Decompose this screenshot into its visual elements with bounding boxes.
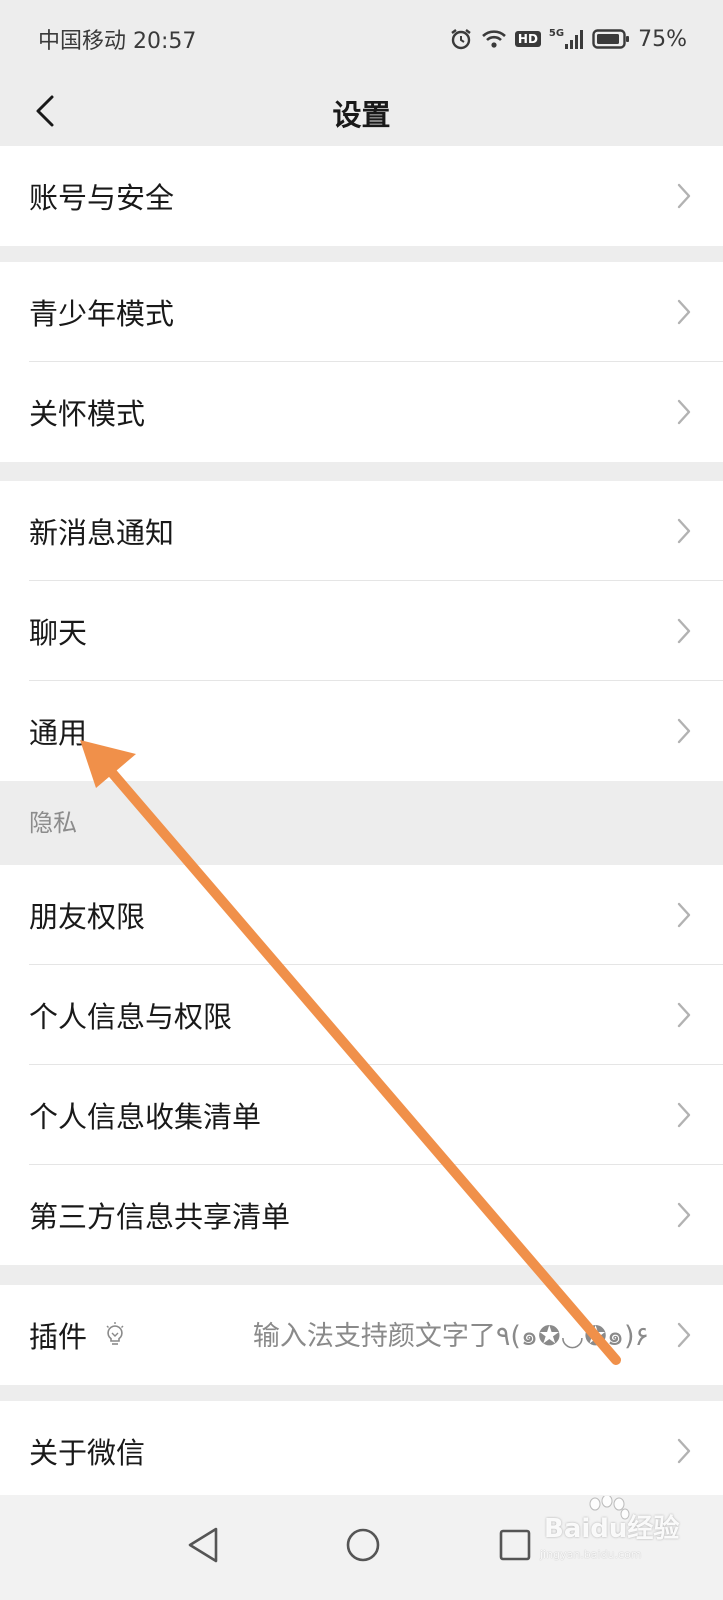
- chevron-right-icon: [677, 299, 691, 329]
- settings-group-account: 账号与安全: [0, 146, 723, 246]
- section-header-privacy: 隐私: [29, 809, 77, 837]
- settings-item-account-security[interactable]: 账号与安全: [0, 146, 723, 246]
- chevron-right-icon: [677, 1202, 691, 1232]
- nav-bar: 设置: [0, 78, 723, 148]
- settings-item-notifications[interactable]: 新消息通知: [0, 481, 723, 581]
- item-label: 聊天: [29, 616, 88, 650]
- chevron-right-icon: [677, 399, 691, 429]
- settings-item-general[interactable]: 通用: [0, 681, 723, 781]
- settings-item-personal-info-permissions[interactable]: 个人信息与权限: [0, 965, 723, 1065]
- 5g-signal-icon: 5G: [549, 28, 584, 50]
- item-label: 个人信息与权限: [29, 1000, 233, 1034]
- chevron-right-icon: [677, 902, 691, 932]
- settings-item-info-collection-list[interactable]: 个人信息收集清单: [0, 1065, 723, 1165]
- settings-group-plugins: 插件 输入法支持颜文字了٩(๑✪◡✪๑)۶: [0, 1285, 723, 1385]
- watermark-text: Baidu经验: [544, 1514, 680, 1544]
- status-icons: HD 5G 75%: [449, 27, 687, 52]
- settings-item-third-party-sharing-list[interactable]: 第三方信息共享清单: [0, 1165, 723, 1265]
- watermark-subtext: jingyan.baidu.com: [540, 1548, 642, 1561]
- hd-icon: HD: [514, 31, 541, 47]
- item-label: 个人信息收集清单: [29, 1100, 262, 1134]
- network-label: 5G: [548, 28, 565, 39]
- chevron-left-icon: [34, 94, 56, 132]
- item-label: 青少年模式: [29, 297, 175, 331]
- item-label: 插件: [29, 1320, 88, 1354]
- chevron-right-icon: [677, 1322, 691, 1352]
- plugin-hint: 输入法支持颜文字了٩(๑✪◡✪๑)۶: [252, 1320, 649, 1352]
- alarm-icon: [449, 27, 473, 51]
- recents-square-icon[interactable]: [497, 1525, 533, 1569]
- settings-item-about-wechat[interactable]: 关于微信: [0, 1401, 723, 1501]
- settings-item-chat[interactable]: 聊天: [0, 581, 723, 681]
- settings-item-teen-mode[interactable]: 青少年模式: [0, 262, 723, 362]
- chevron-right-icon: [677, 1002, 691, 1032]
- chevron-right-icon: [677, 1438, 691, 1468]
- chevron-right-icon: [677, 183, 691, 213]
- chevron-right-icon: [677, 718, 691, 748]
- item-label: 新消息通知: [29, 516, 175, 550]
- back-triangle-icon[interactable]: [186, 1525, 220, 1569]
- wifi-icon: [481, 28, 507, 50]
- back-button[interactable]: [20, 88, 70, 138]
- battery-icon: [592, 28, 630, 50]
- home-circle-icon[interactable]: [344, 1525, 382, 1569]
- chevron-right-icon: [677, 1102, 691, 1132]
- settings-group-about: 关于微信: [0, 1401, 723, 1495]
- item-label: 通用: [29, 716, 88, 750]
- item-label: 关怀模式: [29, 397, 146, 431]
- chevron-right-icon: [677, 518, 691, 548]
- settings-group-modes: 青少年模式 关怀模式: [0, 262, 723, 462]
- settings-item-plugins[interactable]: 插件 输入法支持颜文字了٩(๑✪◡✪๑)۶: [0, 1285, 723, 1385]
- item-label: 账号与安全: [29, 181, 175, 215]
- item-label: 第三方信息共享清单: [29, 1200, 291, 1234]
- battery-percent: 75%: [638, 26, 687, 52]
- item-label: 关于微信: [29, 1436, 146, 1470]
- chevron-right-icon: [677, 618, 691, 648]
- page-title: 设置: [332, 98, 391, 132]
- lightbulb-icon: [104, 1322, 126, 1352]
- item-label: 朋友权限: [29, 900, 146, 934]
- settings-group-messages: 新消息通知 聊天 通用: [0, 481, 723, 781]
- settings-group-privacy: 朋友权限 个人信息与权限 个人信息收集清单 第三方信息共享清单: [0, 865, 723, 1265]
- carrier-time: 中国移动 20:57: [38, 29, 197, 54]
- status-bar: 中国移动 20:57 HD 5G 75%: [0, 0, 723, 78]
- settings-item-care-mode[interactable]: 关怀模式: [0, 362, 723, 462]
- settings-item-friend-permissions[interactable]: 朋友权限: [0, 865, 723, 965]
